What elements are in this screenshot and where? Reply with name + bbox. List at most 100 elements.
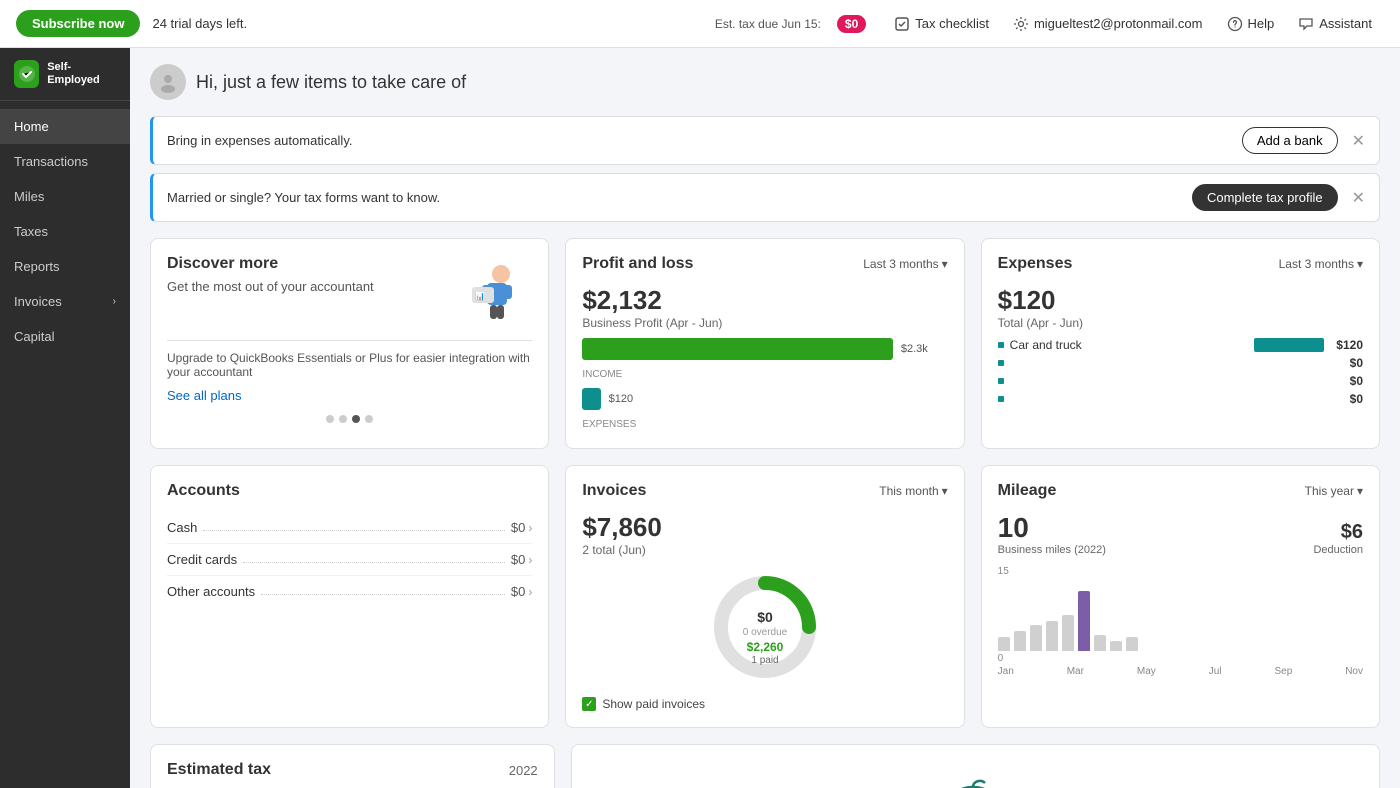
- help-label: Help: [1248, 16, 1275, 31]
- account-cash-arrow[interactable]: ›: [528, 521, 532, 535]
- discover-card: Discover more Get the most out of your a…: [150, 238, 549, 449]
- mileage-period[interactable]: This year ▾: [1305, 484, 1363, 498]
- svg-text:📊: 📊: [475, 291, 485, 301]
- bar-mar: [1030, 625, 1042, 651]
- complete-tax-profile-button[interactable]: Complete tax profile: [1192, 184, 1338, 211]
- expense-category-3: $0: [998, 374, 1363, 388]
- account-credit-arrow[interactable]: ›: [528, 553, 532, 567]
- expenses-bar: [582, 388, 600, 410]
- show-paid-invoices[interactable]: ✓ Show paid invoices: [582, 697, 947, 711]
- estimated-tax-title: Estimated tax: [167, 761, 271, 779]
- expense-category-1: Car and truck $120: [998, 338, 1363, 352]
- add-bank-button[interactable]: Add a bank: [1242, 127, 1338, 154]
- avatar: [150, 64, 186, 100]
- sidebar-item-home[interactable]: Home: [0, 109, 130, 144]
- subscribe-button[interactable]: Subscribe now: [16, 10, 140, 37]
- close-tax-notification-icon[interactable]: ✕: [1352, 188, 1365, 208]
- svg-text:$0: $0: [757, 609, 773, 625]
- expense-category-2: $0: [998, 356, 1363, 370]
- account-credit-amount: $0: [511, 552, 525, 567]
- account-cash-dots: [203, 530, 505, 531]
- expense-dot-2: [998, 360, 1004, 366]
- account-other-dots: [261, 594, 505, 595]
- expense-dot-1: [998, 342, 1004, 348]
- sidebar-item-taxes[interactable]: Taxes: [0, 214, 130, 249]
- profit-loss-period[interactable]: Last 3 months ▾: [863, 257, 947, 271]
- dashboard-grid: Discover more Get the most out of your a…: [150, 238, 1380, 449]
- discover-title: Discover more: [167, 255, 454, 273]
- settings-button[interactable]: migueltest2@protonmail.com: [1013, 16, 1203, 32]
- main-content: Hi, just a few items to take care of Bri…: [130, 48, 1400, 788]
- dot-3[interactable]: [352, 415, 360, 423]
- mileage-stats: 10 Business miles (2022) $6 Deduction: [998, 512, 1363, 556]
- invoices-period[interactable]: This month ▾: [879, 484, 947, 498]
- mileage-bar-feb: [1014, 631, 1026, 651]
- expense-dot-4: [998, 396, 1004, 402]
- brand-name: Self-Employed: [47, 61, 116, 87]
- sidebar-item-invoices[interactable]: Invoices ›: [0, 284, 130, 319]
- dashboard-row-3: Estimated tax 2022 $317 Annual estimate: [150, 744, 1380, 788]
- sidebar-logo: Self-Employed: [0, 48, 130, 101]
- dot-4[interactable]: [365, 415, 373, 423]
- bar-aug: [1110, 641, 1122, 651]
- help-button[interactable]: Help: [1227, 16, 1275, 32]
- mileage-miles-value: 10: [998, 512, 1106, 544]
- notif-tax-text: Married or single? Your tax forms want t…: [167, 190, 1192, 205]
- close-bank-notification-icon[interactable]: ✕: [1352, 131, 1365, 151]
- expenses-card: Expenses Last 3 months ▾ $120 Total (Apr…: [981, 238, 1380, 449]
- bar-jan: [998, 637, 1010, 651]
- account-credit-dots: [243, 562, 505, 563]
- expenses-bar-row: $120: [582, 388, 947, 410]
- account-other-label: Other accounts: [167, 584, 255, 599]
- account-cash-amount: $0: [511, 520, 525, 535]
- tax-due-label: Est. tax due Jun 15:: [715, 17, 821, 31]
- account-other: Other accounts $0 ›: [167, 576, 532, 607]
- chart-label-nov: Nov: [1345, 666, 1363, 677]
- mileage-bar-mar: [1030, 625, 1042, 651]
- sidebar-item-capital[interactable]: Capital: [0, 319, 130, 354]
- show-paid-checkbox[interactable]: ✓: [582, 697, 596, 711]
- sidebar-item-transactions[interactable]: Transactions: [0, 144, 130, 179]
- bar-may: [1062, 615, 1074, 651]
- mileage-bar-sep: [1126, 637, 1138, 651]
- sidebar-item-miles[interactable]: Miles: [0, 179, 130, 214]
- income-label: INCOME: [582, 369, 622, 380]
- expense-amount-4: $0: [1350, 392, 1363, 406]
- tax-checklist-button[interactable]: Tax checklist: [894, 16, 989, 32]
- expenses-period[interactable]: Last 3 months ▾: [1279, 257, 1363, 271]
- discover-subtitle: Get the most out of your accountant: [167, 279, 454, 294]
- invoices-amount: $7,860: [582, 512, 947, 543]
- sidebar-item-reports[interactable]: Reports: [0, 249, 130, 284]
- show-paid-label: Show paid invoices: [602, 697, 705, 711]
- assistant-button[interactable]: Assistant: [1298, 16, 1372, 32]
- estimated-tax-card: Estimated tax 2022 $317 Annual estimate: [150, 744, 555, 788]
- chart-label-sep: Sep: [1274, 666, 1292, 677]
- chart-label-jul: Jul: [1209, 666, 1222, 677]
- dot-indicators: [167, 415, 532, 423]
- see-all-plans-link[interactable]: See all plans: [167, 388, 241, 403]
- mileage-bar-apr: [1046, 621, 1058, 651]
- assistant-label: Assistant: [1319, 16, 1372, 31]
- profit-loss-card: Profit and loss Last 3 months ▾ $2,132 B…: [565, 238, 964, 449]
- account-other-arrow[interactable]: ›: [528, 585, 532, 599]
- mileage-card: Mileage This year ▾ 10 Business miles (2…: [981, 465, 1380, 728]
- bar-apr: [1046, 621, 1058, 651]
- tax-savings-card: $1 Tax savings this year: [571, 744, 1380, 788]
- mileage-deduction-label: Deduction: [1313, 544, 1363, 556]
- account-cash-label: Cash: [167, 520, 197, 535]
- notif-bank-text: Bring in expenses automatically.: [167, 133, 1242, 148]
- mileage-bar-jul: [1094, 635, 1106, 651]
- accounts-header: Accounts: [167, 482, 532, 500]
- expenses-label: EXPENSES: [582, 419, 636, 430]
- dot-1[interactable]: [326, 415, 334, 423]
- dot-2[interactable]: [339, 415, 347, 423]
- income-amount: $2.3k: [901, 343, 928, 355]
- mileage-bar-chart: [998, 581, 1363, 651]
- bar-jul: [1094, 635, 1106, 651]
- mileage-bar-aug: [1110, 641, 1122, 651]
- invoices-card: Invoices This month ▾ $7,860 2 total (Ju…: [565, 465, 964, 728]
- invoices-header: Invoices This month ▾: [582, 482, 947, 500]
- mileage-bar-jun: [1078, 591, 1090, 651]
- greeting-text: Hi, just a few items to take care of: [196, 72, 466, 93]
- expenses-bar-amount: $120: [609, 393, 633, 405]
